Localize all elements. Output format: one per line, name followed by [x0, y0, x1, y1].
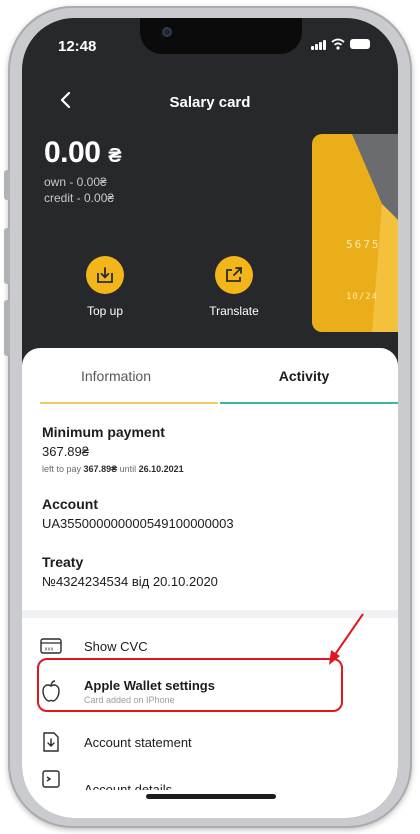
phone-screen: 12:48 Salary card 0.00 ₴ own - 0.00₴ cre… [22, 18, 398, 818]
card-number: 5675 [346, 238, 381, 251]
share-out-icon [215, 256, 253, 294]
tab-information[interactable]: Information [22, 348, 210, 404]
section-divider [22, 610, 398, 618]
top-up-button[interactable]: Top up [65, 256, 145, 318]
statement-download-icon [40, 731, 62, 753]
details-icon [40, 768, 62, 790]
minimum-payment-value: 367.89₴ [42, 444, 89, 459]
translate-label: Translate [209, 304, 259, 318]
download-icon [86, 256, 124, 294]
menu-item-account-details[interactable]: Account details [40, 764, 380, 790]
card-pattern [352, 134, 398, 332]
svg-text:xxx: xxx [45, 647, 54, 653]
minimum-payment-block: Minimum payment 367.89₴ left to pay 367.… [42, 424, 372, 474]
mute-switch [4, 170, 10, 200]
tab-underline-activity [220, 402, 398, 404]
signal-icon [311, 40, 326, 50]
balance-amount: 0.00 ₴ [44, 136, 122, 170]
menu-item-account-statement[interactable]: Account statement [40, 720, 380, 764]
details-sheet: Information Activity Minimum payment 367… [22, 348, 398, 818]
balance-credit: credit - 0.00₴ [44, 191, 115, 205]
notch [140, 18, 302, 54]
balance-own: own - 0.00₴ [44, 175, 107, 189]
treaty-value: №4324234534 від 20.10.2020 [42, 574, 218, 589]
home-indicator [146, 794, 276, 799]
account-statement-label: Account statement [84, 734, 192, 750]
treaty-title: Treaty [42, 554, 84, 570]
volume-down-button [4, 300, 10, 356]
account-title: Account [42, 496, 98, 512]
status-time: 12:48 [58, 38, 97, 55]
screen-title: Salary card [169, 94, 251, 111]
account-value[interactable]: UA355000000000549100000003 [42, 516, 372, 531]
note-date: 26.10.2021 [138, 464, 184, 474]
account-block: Account UA355000000000549100000003 [42, 496, 372, 531]
translate-button[interactable]: Translate [194, 256, 274, 318]
minimum-payment-note: left to pay 367.89₴ until 26.10.2021 [42, 464, 372, 474]
card-visual[interactable]: 5675 10/24 [312, 134, 398, 332]
minimum-payment-title: Minimum payment [42, 424, 165, 440]
battery-icon [350, 39, 370, 49]
volume-up-button [4, 228, 10, 284]
top-up-label: Top up [86, 304, 124, 318]
status-icons [311, 38, 370, 50]
account-details-label: Account details [84, 782, 173, 790]
note-until: until [119, 464, 137, 474]
balance-value: 0.00 [44, 136, 101, 169]
treaty-block: Treaty №4324234534 від 20.10.2020 [42, 554, 372, 589]
tab-activity[interactable]: Activity [210, 348, 398, 404]
note-amount: 367.89₴ [83, 464, 118, 474]
wifi-icon [331, 38, 345, 50]
tab-underline-information [40, 402, 218, 404]
highlight-annotation-box [37, 658, 343, 712]
cvc-card-icon: xxx [40, 635, 62, 657]
note-prefix: left to pay [42, 464, 82, 474]
show-cvc-label: Show CVC [84, 638, 148, 654]
camera-icon [162, 27, 172, 37]
balance-block: 0.00 ₴ own - 0.00₴ credit - 0.00₴ [44, 136, 122, 206]
tab-bar: Information Activity [22, 348, 398, 404]
card-expiry: 10/24 [346, 292, 379, 302]
currency-symbol: ₴ [108, 145, 122, 167]
